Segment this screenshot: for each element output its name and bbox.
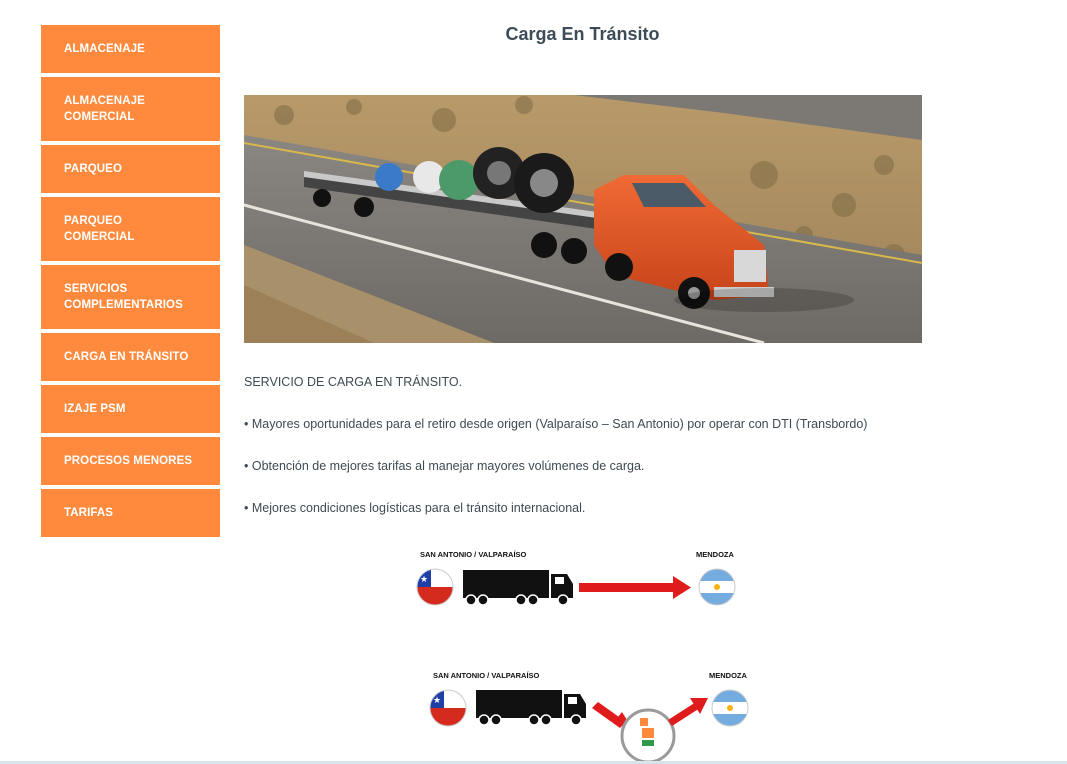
- truck-icon: [463, 570, 573, 606]
- argentina-flag-icon: [711, 689, 749, 727]
- arrow-right-icon: [579, 576, 691, 599]
- sidebar-item-parqueo-comercial[interactable]: PARQUEO COMERCIAL: [41, 197, 220, 261]
- service-intro: SERVICIO DE CARGA EN TRÁNSITO.: [244, 375, 463, 389]
- sidebar-item-procesos-menores[interactable]: PROCESOS MENORES: [41, 437, 220, 485]
- truck-icon: [476, 690, 586, 726]
- bullet-item: • Obtención de mejores tarifas al maneja…: [244, 459, 645, 473]
- bullet-item: • Mejores condiciones logísticas para el…: [244, 501, 586, 515]
- arrow-up-right-icon: [668, 698, 708, 726]
- route-diagram-direct: SAN ANTONIO / VALPARAÍSO MENDOZA ★: [415, 548, 745, 618]
- hero-truck-image: [244, 95, 922, 343]
- sidebar-item-parqueo[interactable]: PARQUEO: [41, 145, 220, 193]
- transshipment-logo-icon: [620, 708, 676, 764]
- argentina-flag-icon: [698, 568, 736, 606]
- sidebar-nav: ALMACENAJE ALMACENAJE COMERCIAL PARQUEO …: [41, 25, 220, 541]
- sidebar-item-izaje-psm[interactable]: IZAJE PSM: [41, 385, 220, 433]
- route-diagram-transshipment: SAN ANTONIO / VALPARAÍSO MENDOZA ★: [428, 670, 758, 764]
- page-title: Carga En Tránsito: [505, 24, 660, 44]
- sidebar-item-almacenaje-comercial[interactable]: ALMACENAJE COMERCIAL: [41, 77, 220, 141]
- chile-flag-icon: ★: [416, 568, 454, 606]
- chile-flag-icon: ★: [429, 689, 467, 727]
- sidebar-item-almacenaje[interactable]: ALMACENAJE: [41, 25, 220, 73]
- bullet-item: • Mayores oportunidades para el retiro d…: [244, 417, 868, 431]
- sidebar-item-carga-en-transito[interactable]: CARGA EN TRÁNSITO: [41, 333, 220, 381]
- sidebar-item-tarifas[interactable]: TARIFAS: [41, 489, 220, 537]
- sidebar-item-servicios-complementarios[interactable]: SERVICIOS COMPLEMENTARIOS: [41, 265, 220, 329]
